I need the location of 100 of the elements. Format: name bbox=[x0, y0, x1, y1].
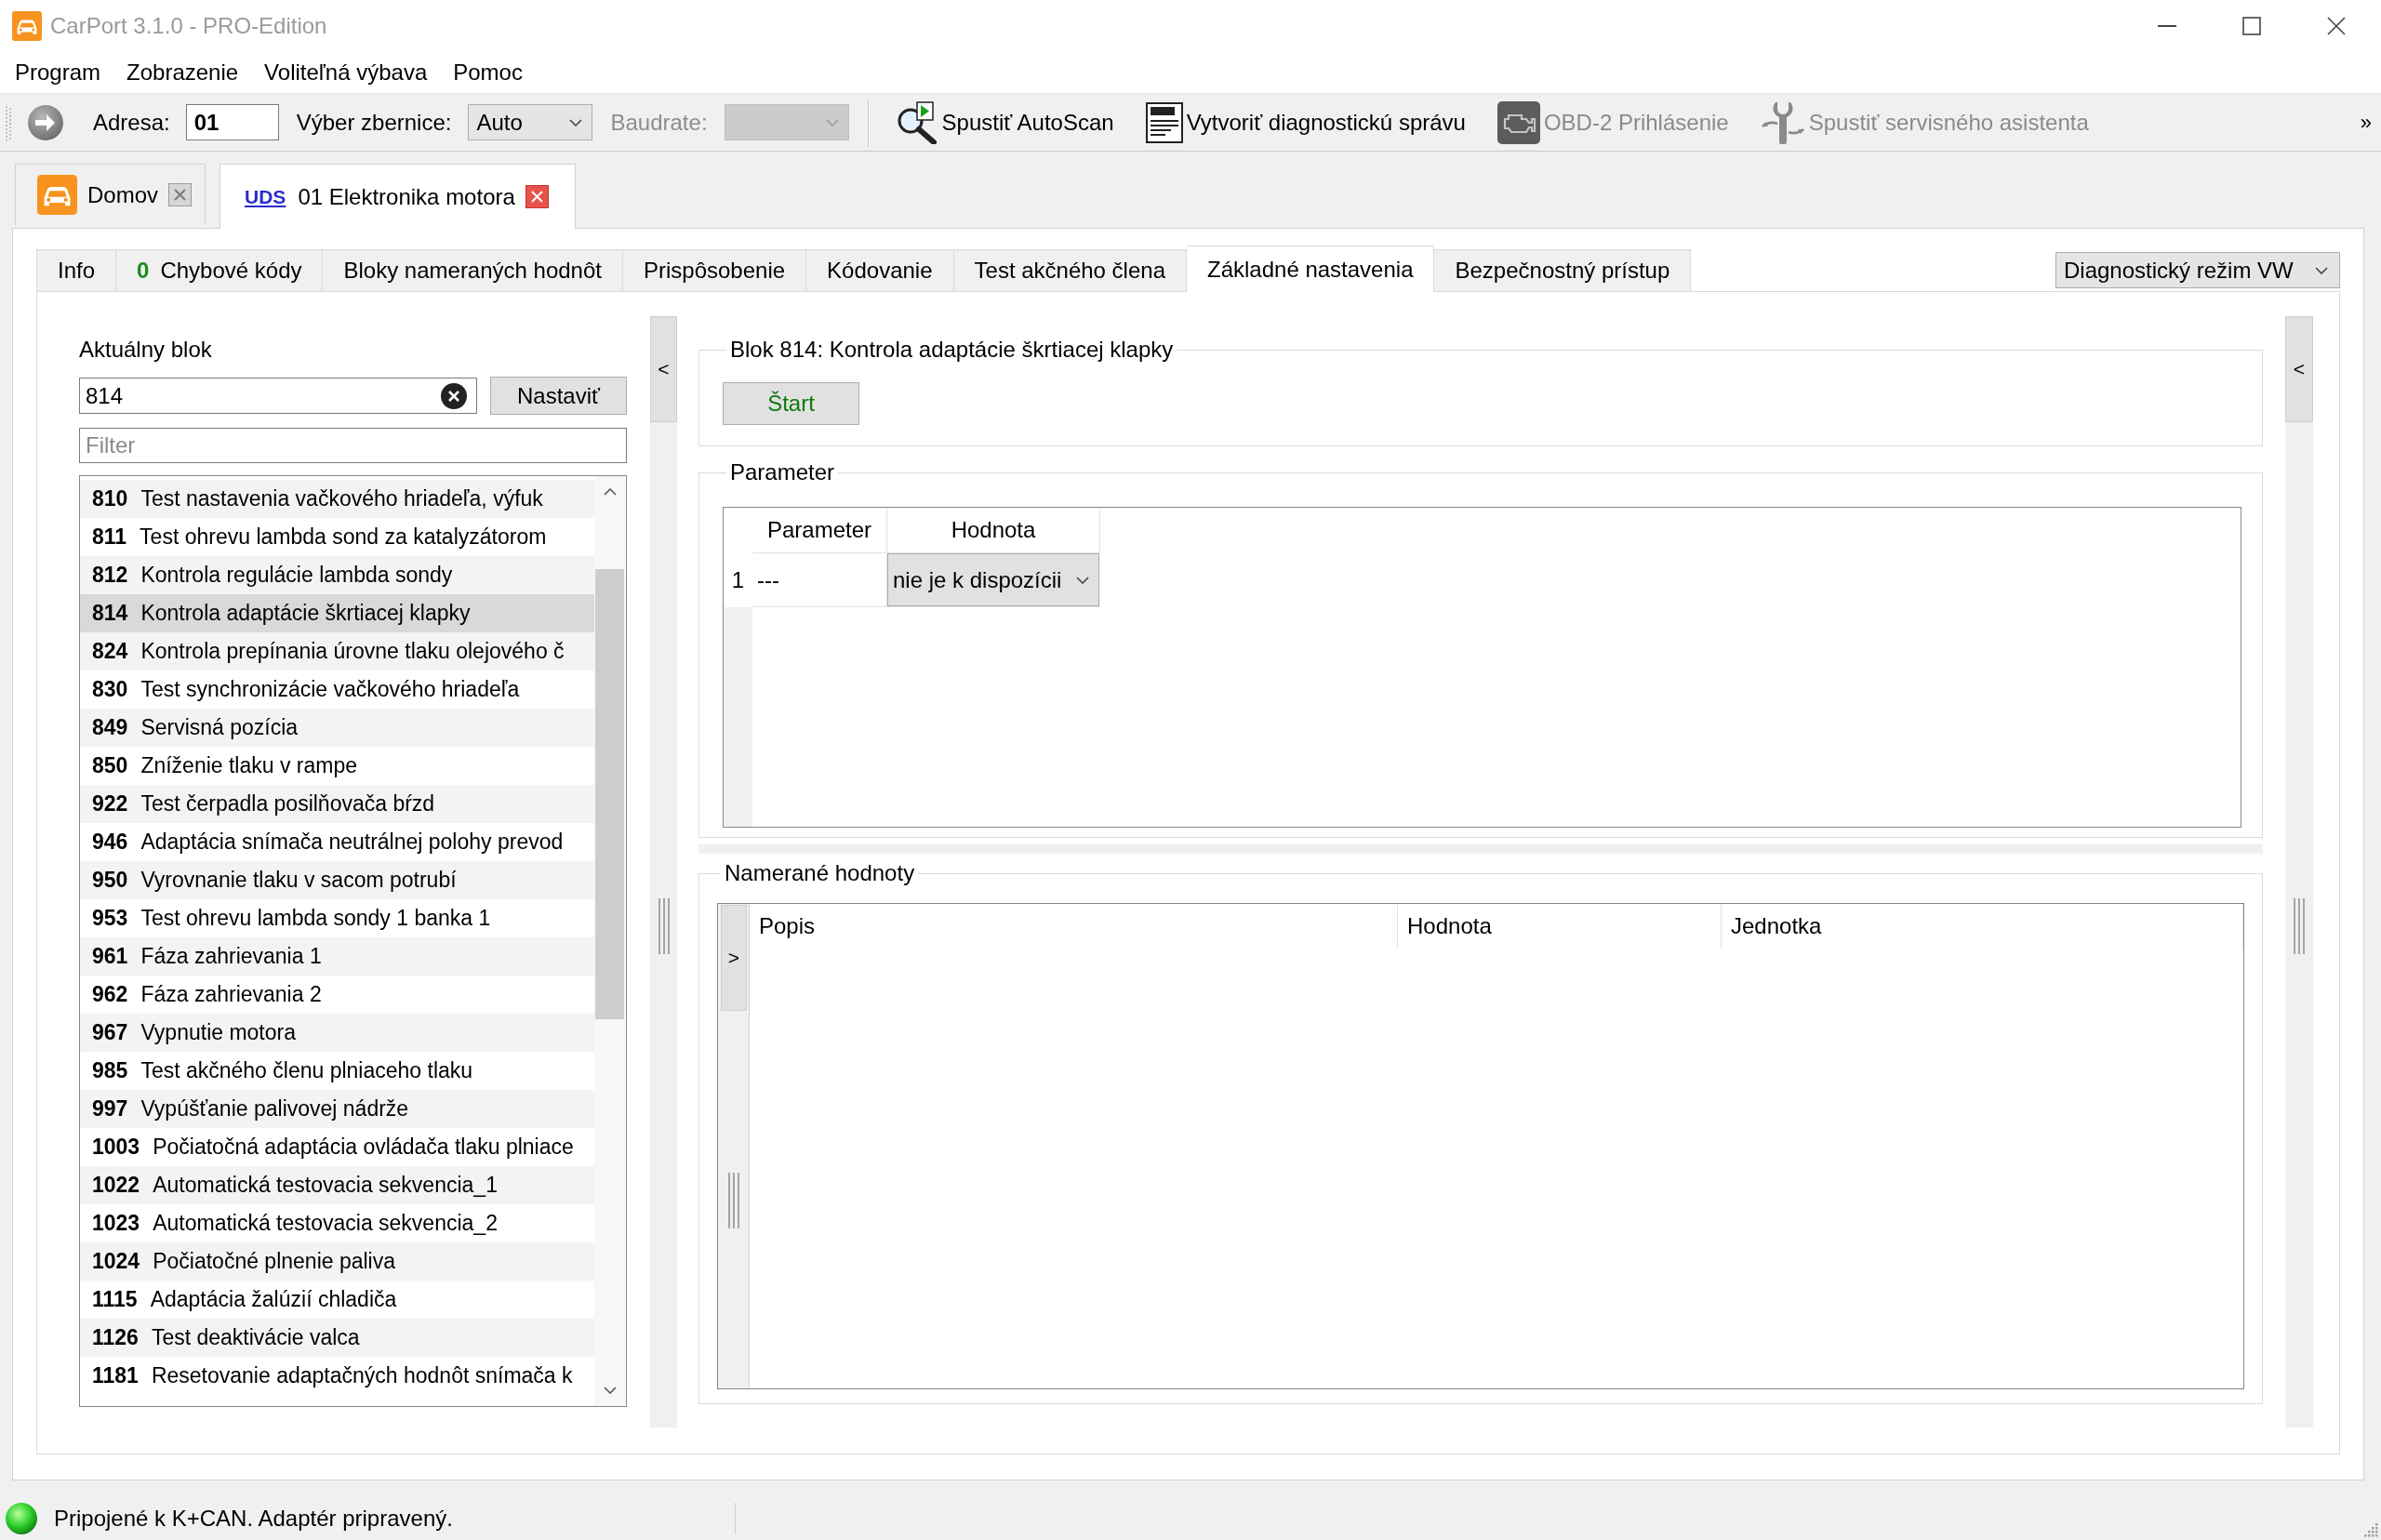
block-name: Vyrovnanie tlaku v sacom potrubí bbox=[140, 868, 457, 893]
list-row[interactable]: 850 Zníženie tlaku v rampe bbox=[80, 747, 594, 785]
mode-dropdown[interactable]: Diagnostický režim VW bbox=[2055, 252, 2340, 288]
group-title: Namerané hodnoty bbox=[724, 860, 916, 886]
grip-icon[interactable] bbox=[657, 898, 671, 954]
menu-item[interactable]: Voliteľná výbava bbox=[251, 55, 441, 89]
list-row[interactable]: 812 Kontrola regulácie lambda sondy bbox=[80, 556, 594, 594]
arrow-right-icon[interactable] bbox=[27, 103, 64, 141]
list-row[interactable]: 830 Test synchronizácie vačkového hriadeľa bbox=[80, 670, 594, 709]
maximize-icon[interactable] bbox=[2242, 16, 2261, 35]
block-number: 830 bbox=[92, 677, 128, 702]
page-tab[interactable]: Test akčného člena bbox=[953, 249, 1187, 291]
block-number: 961 bbox=[92, 944, 128, 969]
splitter[interactable]: < bbox=[650, 316, 677, 1427]
page-tab[interactable]: Bloky nameraných hodnôt bbox=[323, 249, 623, 291]
toolbar-button[interactable]: Vytvoriť diagnostickú správu bbox=[1139, 98, 1471, 147]
splitter[interactable]: < bbox=[2285, 316, 2313, 1427]
list-row[interactable]: 922 Test čerpadla posilňovača bŕzd bbox=[80, 785, 594, 823]
field-label: Aktuálny blok bbox=[79, 337, 213, 363]
bus-dropdown[interactable]: Auto bbox=[468, 104, 593, 140]
chevron-down-icon bbox=[1076, 576, 1089, 584]
menu-item[interactable]: Pomoc bbox=[440, 55, 536, 89]
collapse-button[interactable]: < bbox=[650, 316, 677, 422]
list-row[interactable]: 985 Test akčného členu plniaceho tlaku bbox=[80, 1052, 594, 1090]
column-header: Hodnota bbox=[1398, 904, 1722, 949]
expand-button[interactable]: > bbox=[721, 905, 747, 1011]
group-title: Blok 814: Kontrola adaptácie škrtiacej klapky bbox=[729, 337, 1175, 363]
block-number: 967 bbox=[92, 1020, 128, 1045]
list-row[interactable]: 824 Kontrola prepínania úrovne tlaku olejového č bbox=[80, 632, 594, 670]
close-icon[interactable] bbox=[525, 185, 549, 208]
page-tab[interactable]: Bezpečnostný prístup bbox=[1434, 249, 1692, 291]
list-row[interactable]: 1181 Resetovanie adaptačných hodnôt snímača k bbox=[80, 1357, 594, 1395]
close-icon[interactable] bbox=[2327, 16, 2346, 35]
block-name: Vypúšťanie palivovej nádrže bbox=[140, 1096, 409, 1122]
list-row[interactable]: 1115 Adaptácia žalúzií chladiča bbox=[80, 1281, 594, 1319]
list-row[interactable]: 1024 Počiatočné plnenie paliva bbox=[80, 1242, 594, 1281]
value-dropdown[interactable]: nie je k dispozícii bbox=[887, 553, 1099, 606]
bus-label: Výber zbernice: bbox=[296, 109, 452, 136]
list-row[interactable]: 962 Fáza zahrievania 2 bbox=[80, 976, 594, 1014]
list-row[interactable]: 950 Vyrovnanie tlaku v sacom potrubí bbox=[80, 861, 594, 899]
list-row[interactable]: 811 Test ohrevu lambda sond za katalyzátorom bbox=[80, 518, 594, 556]
start-button[interactable]: Štart bbox=[723, 382, 859, 425]
document-icon bbox=[1145, 101, 1183, 143]
block-number: 997 bbox=[92, 1096, 128, 1122]
document-tab[interactable]: Domov bbox=[15, 164, 206, 225]
list-row[interactable]: 849 Servisná pozícia bbox=[80, 709, 594, 747]
chevron-down-icon bbox=[2315, 266, 2328, 274]
column-header: Hodnota bbox=[887, 508, 1100, 552]
page-tab[interactable]: Základné nastavenia bbox=[1187, 246, 1435, 292]
block-name: Adaptácia žalúzií chladiča bbox=[150, 1287, 397, 1312]
block-number: 812 bbox=[92, 563, 128, 588]
list-row[interactable]: 1023 Automatická testovacia sekvencia_2 bbox=[80, 1204, 594, 1242]
grip-icon[interactable] bbox=[727, 1173, 740, 1228]
block-name: Fáza zahrievania 2 bbox=[140, 982, 322, 1007]
clear-icon[interactable] bbox=[441, 382, 467, 409]
list-row[interactable]: 953 Test ohrevu lambda sondy 1 banka 1 bbox=[80, 899, 594, 937]
block-name: Počiatočná adaptácia ovládača tlaku plniace bbox=[153, 1135, 574, 1160]
list-row[interactable]: 1126 Test deaktivácie valca bbox=[80, 1319, 594, 1357]
chevron-down-icon bbox=[825, 118, 839, 126]
block-name: Test synchronizácie vačkového hriadeľa bbox=[140, 677, 520, 702]
block-name: Test ohrevu lambda sondy 1 banka 1 bbox=[140, 906, 491, 931]
scrollbar[interactable] bbox=[594, 476, 625, 1406]
page-tab[interactable]: Prispôsobenie bbox=[623, 249, 807, 291]
overflow-button[interactable]: » bbox=[2356, 110, 2375, 135]
chevron-up-icon bbox=[603, 488, 617, 496]
toolbar-button[interactable]: Spustiť AutoScan bbox=[889, 98, 1120, 147]
block-input[interactable]: 814 bbox=[79, 378, 477, 414]
menu-item[interactable]: Zobrazenie bbox=[113, 55, 252, 89]
block-name: Automatická testovacia sekvencia_2 bbox=[153, 1211, 498, 1236]
collapse-button[interactable]: < bbox=[2285, 316, 2313, 422]
resize-grip-icon[interactable] bbox=[2363, 1522, 2378, 1537]
block-number: 1181 bbox=[92, 1363, 139, 1388]
page-tab[interactable]: Info bbox=[36, 249, 117, 291]
minimize-icon[interactable] bbox=[2158, 24, 2176, 27]
block-number: 814 bbox=[92, 601, 128, 626]
menu-item[interactable]: Program bbox=[2, 55, 114, 89]
list-row[interactable]: 961 Fáza zahrievania 1 bbox=[80, 937, 594, 976]
scroll-thumb[interactable] bbox=[595, 569, 624, 1019]
list-row[interactable]: 814 Kontrola adaptácie škrtiacej klapky bbox=[80, 594, 594, 632]
chevron-down-icon bbox=[603, 1387, 617, 1394]
column-header: Parameter bbox=[752, 508, 887, 552]
list-row[interactable]: 967 Vypnutie motora bbox=[80, 1014, 594, 1052]
error-count: 0 bbox=[137, 258, 150, 284]
block-name: Vypnutie motora bbox=[140, 1020, 296, 1045]
block-number: 1022 bbox=[92, 1173, 140, 1198]
block-number: 950 bbox=[92, 868, 128, 893]
list-row[interactable]: 946 Adaptácia snímača neutrálnej polohy prevod bbox=[80, 823, 594, 861]
list-row[interactable]: 1022 Automatická testovacia sekvencia_1 bbox=[80, 1166, 594, 1204]
page-tab[interactable]: Kódovanie bbox=[806, 249, 954, 291]
list-row[interactable]: 810 Test nastavenia vačkového hriadeľa, výfuk bbox=[80, 480, 594, 518]
address-input[interactable]: 01 bbox=[185, 104, 279, 140]
list-row[interactable]: 997 Vypúšťanie palivovej nádrže bbox=[80, 1090, 594, 1128]
document-tab[interactable]: UDS 01 Elektronika motora bbox=[219, 164, 576, 229]
grip-icon[interactable] bbox=[2293, 898, 2306, 954]
set-button[interactable]: Nastaviť bbox=[490, 377, 627, 415]
block-number: 824 bbox=[92, 639, 128, 664]
column-header: Popis bbox=[750, 904, 1398, 949]
protocol-label: UDS bbox=[245, 185, 286, 208]
list-row[interactable]: 1003 Počiatočná adaptácia ovládača tlaku plniace bbox=[80, 1128, 594, 1166]
page-tab[interactable]: 0 Chybové kódy bbox=[116, 249, 324, 291]
